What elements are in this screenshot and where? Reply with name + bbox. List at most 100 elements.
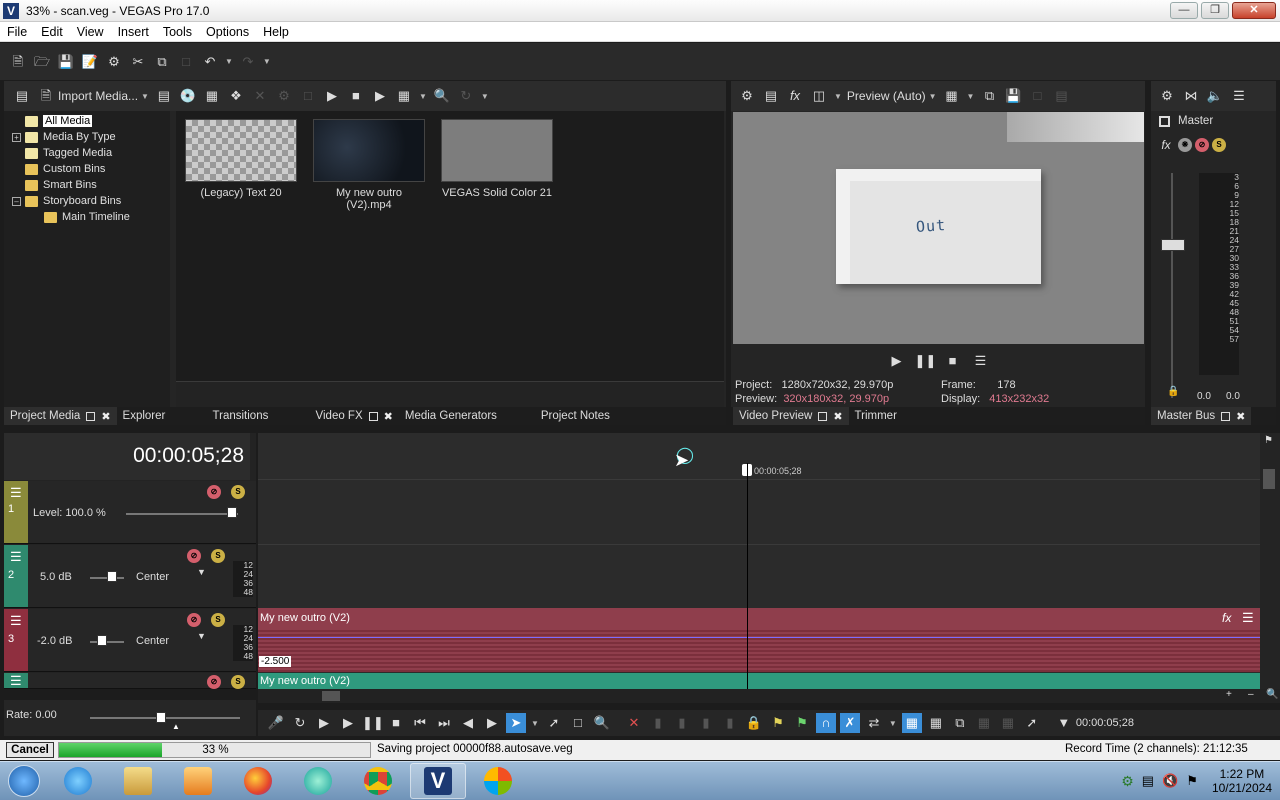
snapshot-option-icon[interactable]: □ — [1027, 86, 1047, 106]
track-solo-icon[interactable]: S — [231, 485, 245, 499]
timeline-vscroll[interactable]: ⚑ — [1260, 433, 1280, 689]
stop-icon[interactable]: ■ — [943, 351, 963, 371]
media-hscroll[interactable] — [176, 381, 724, 407]
taskbar-explorer[interactable] — [110, 763, 166, 799]
tab-media-generators[interactable]: Media Generators — [399, 407, 535, 425]
menu-tools[interactable]: Tools — [156, 25, 199, 39]
media-fx-icon[interactable]: ❖ — [226, 86, 246, 106]
master-fader-knob[interactable] — [1161, 239, 1185, 251]
track-mute-icon[interactable]: ⊘ — [207, 675, 221, 689]
stop-icon[interactable]: ■ — [386, 713, 406, 733]
import-media-button[interactable]: Import Media... — [58, 89, 138, 103]
copy-snapshot-icon[interactable]: ⧉ — [979, 86, 999, 106]
track-menu-icon[interactable]: ☰ — [10, 613, 22, 629]
menu-options[interactable]: Options — [199, 25, 256, 39]
lock-envelopes-icon[interactable]: 🔒 — [744, 713, 764, 733]
views-dropdown-icon[interactable]: ▼ — [419, 92, 427, 101]
speaker-icon[interactable]: 🔈 — [1205, 86, 1225, 106]
get-media-icon[interactable]: 💿 — [178, 86, 198, 106]
collapse-icon[interactable]: – — [12, 196, 21, 206]
media-thumb-solid-color[interactable]: VEGAS Solid Color 21 — [441, 119, 553, 199]
track-solo-icon[interactable]: S — [211, 613, 225, 627]
capture-icon[interactable]: ▤ — [154, 86, 174, 106]
paste-icon[interactable]: □ — [176, 52, 196, 72]
import-media-icon[interactable]: 🗎 — [36, 86, 56, 106]
menu-view[interactable]: View — [70, 25, 111, 39]
save-snapshot-icon[interactable]: 💾 — [1003, 86, 1023, 106]
media-thumb-text[interactable]: (Legacy) Text 20 — [185, 119, 297, 199]
redo-dropdown-icon[interactable]: ▼ — [263, 57, 271, 66]
track-volume-knob[interactable] — [107, 571, 117, 582]
overlays-grid-icon[interactable]: ▦ — [942, 86, 962, 106]
device-icon[interactable]: ▤ — [761, 86, 781, 106]
group-icon[interactable]: ▦ — [974, 713, 994, 733]
save-as-icon[interactable]: 📝 — [80, 52, 100, 72]
ripple-dropdown-icon[interactable]: ▼ — [889, 719, 897, 728]
cut-icon[interactable]: ✂ — [128, 52, 148, 72]
media-thumb-outro[interactable]: My new outro (V2).mp4 — [313, 119, 425, 211]
track-header-2[interactable]: ☰ 2 5.0 dB Center ▼ ⊘ S 12 24 36 48 — [4, 545, 256, 608]
save-icon[interactable]: 💾 — [56, 52, 76, 72]
master-mute-icon[interactable]: ⊘ — [1195, 138, 1209, 152]
undock-icon[interactable] — [86, 411, 96, 421]
tree-item-all-media[interactable]: All Media — [12, 113, 170, 129]
undock-icon[interactable] — [818, 411, 828, 421]
cancel-button[interactable]: Cancel — [6, 742, 54, 758]
pause-icon[interactable]: ❚❚ — [362, 713, 384, 733]
event-pan-crop-icon[interactable]: ⧉ — [950, 713, 970, 733]
track-header-4[interactable]: ☰ ⊘ S — [4, 673, 256, 689]
play-icon[interactable]: ▶ — [887, 351, 907, 371]
split-screen-icon[interactable]: ◫ — [809, 86, 829, 106]
insert-region-icon[interactable]: ⚑ — [792, 713, 812, 733]
menu-edit[interactable]: Edit — [34, 25, 70, 39]
tab-explorer[interactable]: Explorer — [117, 407, 207, 425]
mixer-icon[interactable]: ☰ — [1229, 86, 1249, 106]
edit-tool-dropdown-icon[interactable]: ▼ — [531, 719, 539, 728]
expand-icon[interactable]: + — [12, 132, 21, 142]
auto-preview-icon[interactable]: ▶ — [370, 86, 390, 106]
taskbar-media-player[interactable] — [170, 763, 226, 799]
tray-flag-icon[interactable]: ⚑ — [1186, 773, 1198, 789]
taskbar-firefox[interactable] — [230, 763, 286, 799]
trim-end-icon[interactable]: ▮ — [696, 713, 716, 733]
timeline-hscroll[interactable]: + – 🔍 — [258, 689, 1280, 703]
menu-icon[interactable]: ☰ — [971, 351, 991, 371]
track-mute-icon[interactable]: ⊘ — [207, 485, 221, 499]
master-settings-gear-icon[interactable]: ⚙ — [1157, 86, 1177, 106]
event-fx-icon[interactable]: fx — [1222, 611, 1231, 625]
auto-ripple-icon[interactable]: ⇄ — [864, 713, 884, 733]
taskbar-vegas[interactable]: V — [410, 763, 466, 799]
tab-video-preview[interactable]: Video Preview ✖ — [733, 407, 849, 425]
preview-settings-gear-icon[interactable]: ⚙ — [737, 86, 757, 106]
audio-event[interactable]: My new outro (V2) -2.500 fx ☰ — [258, 608, 1260, 672]
minimize-button[interactable]: — — [1170, 2, 1198, 19]
track-volume-slider[interactable] — [90, 641, 124, 643]
playhead-line[interactable] — [747, 463, 748, 689]
trim-start-icon[interactable]: ▮ — [672, 713, 692, 733]
tree-item-tagged-media[interactable]: Tagged Media — [12, 145, 170, 161]
normal-edit-tool-icon[interactable]: ➤ — [506, 713, 526, 733]
rate-knob[interactable] — [156, 712, 166, 723]
taskbar-chrome[interactable] — [350, 763, 406, 799]
stop-media-icon[interactable]: ■ — [346, 86, 366, 106]
new-file-icon[interactable]: 🗎 — [8, 52, 28, 72]
remove-media-icon[interactable]: ✕ — [250, 86, 270, 106]
taskbar-windows-app[interactable] — [470, 763, 526, 799]
taskbar-app[interactable] — [290, 763, 346, 799]
pan-dropdown-icon[interactable]: ▼ — [197, 631, 206, 641]
play-from-start-icon[interactable]: ▶ — [314, 713, 334, 733]
trim-icon[interactable]: ▮ — [648, 713, 668, 733]
insert-marker-icon[interactable]: ⚑ — [768, 713, 788, 733]
zoom-out-icon[interactable]: – — [1248, 689, 1254, 700]
menu-insert[interactable]: Insert — [111, 25, 156, 39]
maximize-button[interactable]: ❐ — [1201, 2, 1229, 19]
loop-icon[interactable]: ↻ — [290, 713, 310, 733]
go-to-end-icon[interactable]: ⏭ — [434, 713, 454, 733]
undo-dropdown-icon[interactable]: ▼ — [225, 57, 233, 66]
search-icon[interactable]: 🔍 — [432, 86, 452, 106]
delete-icon[interactable]: ✕ — [624, 713, 644, 733]
media-properties-icon[interactable]: ▦ — [202, 86, 222, 106]
auto-crossfade-icon[interactable]: ✗ — [839, 713, 860, 733]
media-view-icon[interactable]: ▤ — [12, 86, 32, 106]
record-icon[interactable]: 🎤 — [266, 713, 286, 733]
